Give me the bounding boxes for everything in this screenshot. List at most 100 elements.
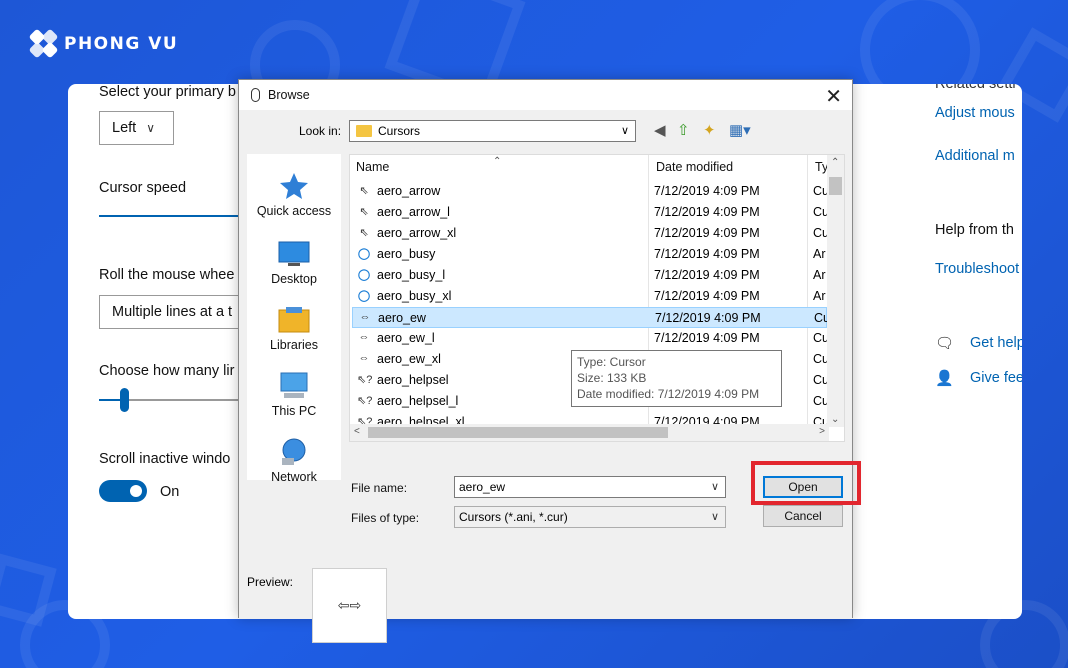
file-type-value: Cursors (*.ani, *.cur): [459, 510, 568, 524]
file-type-cell: Ar: [813, 289, 826, 303]
place-label: Libraries: [270, 338, 318, 352]
scroll-up-icon[interactable]: ⌃: [831, 157, 839, 168]
file-name-cell: aero_helpsel_l: [377, 394, 459, 408]
tooltip-size: Size: 133 KB: [577, 371, 647, 385]
file-row[interactable]: ⇖ aero_arrow_xl 7/12/2019 4:09 PM Cu: [352, 223, 829, 244]
file-name-cell: aero_busy_xl: [377, 289, 452, 303]
get-help-link[interactable]: Get help: [970, 335, 1022, 351]
chevron-down-icon: ∨: [146, 121, 155, 135]
busy-cursor-icon: ◯: [357, 248, 371, 260]
horizontal-scrollbar[interactable]: < >: [350, 424, 829, 441]
preview-label: Preview:: [247, 575, 294, 589]
helpsel-cursor-icon: ⇖?: [357, 395, 373, 407]
sort-up-icon: ⌃: [493, 156, 502, 167]
dialog-title: Browse: [268, 88, 310, 102]
place-label: Network: [271, 470, 317, 484]
vertical-scrollbar[interactable]: ⌃ ⌄: [827, 155, 844, 427]
brand-name: PHONG VU: [64, 34, 179, 54]
file-name-cell: aero_ew_l: [377, 331, 435, 345]
file-type-label: Files of type:: [351, 511, 420, 525]
arrow-cursor-icon: ⇖: [359, 206, 369, 218]
scroll-down-icon[interactable]: ⌄: [831, 414, 839, 425]
view-menu-icon[interactable]: ▦▾: [729, 121, 751, 139]
chevron-down-icon: ∨: [620, 125, 629, 137]
file-row[interactable]: ◯ aero_busy_xl 7/12/2019 4:09 PM Ar: [352, 286, 827, 307]
file-name-label: File name:: [351, 481, 408, 495]
computer-icon: [280, 372, 308, 398]
give-feedback-link[interactable]: Give fee: [970, 370, 1022, 386]
file-date-cell: 7/12/2019 4:09 PM: [654, 184, 760, 198]
file-tooltip: Type: Cursor Size: 133 KB Date modified:…: [571, 350, 782, 407]
new-folder-icon[interactable]: ✦: [703, 121, 716, 139]
ew-cursor-icon: ⇔: [358, 331, 370, 343]
scroll-inactive-toggle[interactable]: [99, 480, 147, 502]
file-row[interactable]: ◯ aero_busy_l 7/12/2019 4:09 PM Ar: [352, 265, 827, 286]
primary-button-value: Left: [112, 120, 137, 136]
place-libraries[interactable]: Libraries: [247, 306, 341, 352]
place-desktop[interactable]: Desktop: [247, 240, 341, 286]
cursor-speed-slider[interactable]: [99, 215, 239, 217]
column-header-name[interactable]: Name: [356, 155, 389, 179]
lines-slider-thumb[interactable]: [120, 388, 130, 412]
file-name-input[interactable]: aero_ew ∨: [454, 476, 726, 498]
browse-dialog: Browse ✕ Look in: Cursors ∨ ◀ ⇧ ✦ ▦▾ Qui…: [238, 79, 853, 643]
scroll-right-icon[interactable]: >: [819, 426, 825, 437]
file-row[interactable]: ⇔ aero_ew 7/12/2019 4:09 PM Cu: [352, 307, 830, 328]
file-name-value: aero_ew: [459, 480, 506, 494]
file-date-cell: 7/12/2019 4:09 PM: [654, 226, 760, 240]
place-this-pc[interactable]: This PC: [247, 372, 341, 418]
close-button[interactable]: ✕: [825, 84, 842, 109]
file-date-cell: 7/12/2019 4:09 PM: [655, 311, 761, 325]
up-folder-icon[interactable]: ⇧: [677, 121, 690, 139]
place-label: This PC: [271, 404, 317, 418]
cancel-button[interactable]: Cancel: [763, 505, 843, 527]
file-name-cell: aero_ew_xl: [377, 352, 441, 366]
cursor-speed-label: Cursor speed: [99, 180, 187, 196]
scroll-thumb[interactable]: [829, 177, 842, 195]
folder-icon: [356, 125, 372, 137]
file-row[interactable]: ◯ aero_busy 7/12/2019 4:09 PM Ar: [352, 244, 827, 265]
file-date-cell: 7/12/2019 4:09 PM: [654, 289, 760, 303]
file-name-cell: aero_busy_l: [377, 268, 446, 282]
back-icon[interactable]: ◀: [654, 121, 666, 139]
file-row[interactable]: ⇔ aero_ew_l 7/12/2019 4:09 PM Cu: [352, 328, 829, 349]
file-row[interactable]: ⇖ aero_arrow 7/12/2019 4:09 PM Cu: [352, 181, 829, 202]
column-header-date[interactable]: Date modified: [656, 155, 733, 179]
desktop-icon: [278, 241, 310, 266]
busy-cursor-icon: ◯: [357, 269, 371, 281]
arrow-cursor-icon: ⇖: [359, 227, 369, 239]
chevron-down-icon[interactable]: ∨: [711, 480, 719, 493]
scroll-thumb[interactable]: [368, 427, 668, 438]
file-date-cell: 7/12/2019 4:09 PM: [654, 205, 760, 219]
feedback-icon: 👤: [935, 370, 954, 387]
primary-button-dropdown[interactable]: Left ∨: [99, 111, 174, 145]
mouse-icon: [251, 88, 260, 102]
additional-mouse-link[interactable]: Additional m: [935, 148, 1015, 164]
file-date-cell: 7/12/2019 4:09 PM: [654, 247, 760, 261]
file-date-cell: 7/12/2019 4:09 PM: [654, 268, 760, 282]
roll-wheel-dropdown[interactable]: Multiple lines at a t: [99, 295, 249, 329]
dialog-titlebar: Browse: [239, 80, 852, 110]
look-in-dropdown[interactable]: Cursors ∨: [349, 120, 636, 142]
roll-wheel-value: Multiple lines at a t: [112, 304, 233, 320]
place-quick-access[interactable]: Quick access: [247, 172, 341, 218]
preview-pane: ⇦⇨: [312, 568, 387, 643]
network-icon: [282, 438, 306, 465]
file-type-dropdown[interactable]: Cursors (*.ani, *.cur) ∨: [454, 506, 726, 528]
place-network[interactable]: Network: [247, 438, 341, 484]
star-icon: [280, 173, 308, 199]
busy-cursor-icon: ◯: [357, 290, 371, 302]
place-label: Quick access: [256, 204, 332, 218]
tooltip-type: Type: Cursor: [577, 355, 646, 369]
scroll-left-icon[interactable]: <: [354, 426, 360, 437]
tooltip-date: Date modified: 7/12/2019 4:09 PM: [577, 387, 760, 401]
libraries-icon: [278, 307, 310, 333]
toggle-knob: [130, 485, 142, 497]
place-label: Desktop: [271, 272, 317, 286]
get-help-icon: 🗨: [935, 335, 955, 352]
adjust-mouse-link[interactable]: Adjust mous: [935, 105, 1015, 121]
look-in-label: Look in:: [299, 124, 342, 138]
file-row[interactable]: ⇖ aero_arrow_l 7/12/2019 4:09 PM Cu: [352, 202, 829, 223]
troubleshoot-link[interactable]: Troubleshoot: [935, 261, 1019, 277]
open-button-highlight: [751, 461, 861, 505]
